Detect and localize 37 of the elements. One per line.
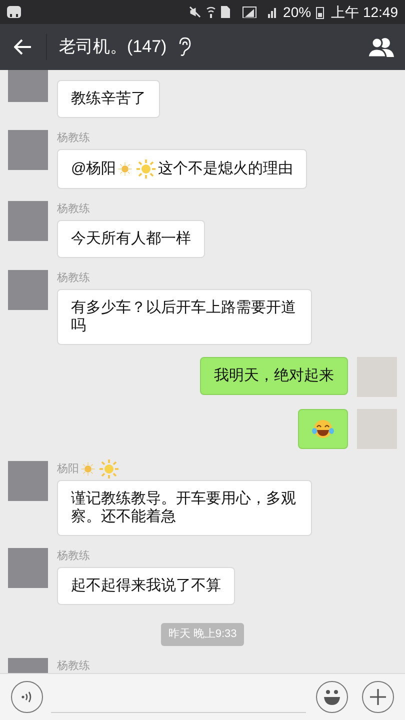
group-icon [368, 37, 396, 57]
voice-button[interactable] [11, 681, 43, 713]
back-arrow-icon [14, 39, 32, 55]
status-time: 上午 12:49 [331, 2, 398, 22]
add-button[interactable] [362, 681, 394, 713]
sender-name: 杨阳 [57, 462, 79, 478]
battery-percentage: 20% [283, 2, 312, 22]
sender-name: 杨教练 [57, 202, 90, 218]
timestamp: 昨天 晚上9:33 [161, 623, 244, 646]
sender-name: 杨教练 [57, 131, 90, 146]
ear-icon [176, 37, 191, 57]
wifi-icon [206, 6, 216, 18]
message-text: 我明天，绝对起来 [214, 367, 334, 384]
battery-icon [316, 6, 324, 18]
sim-icon [221, 6, 230, 18]
laughing-emoji-icon [312, 419, 334, 440]
message-text: 谨记教练教导。开车要用心，多观察。还不能着急 [71, 490, 296, 526]
message-text: 这个不是熄火的理由 [158, 160, 294, 178]
message-text: 有多少车？以后开车上路需要开道吗 [71, 299, 296, 334]
message-text: 起不起得来我说了不算 [71, 577, 221, 594]
mute-icon [189, 6, 202, 18]
sender-name: 杨教练 [57, 549, 90, 564]
notification-icon [7, 6, 21, 18]
sun-icon [81, 462, 95, 476]
emoji-button[interactable] [316, 681, 348, 713]
message-text: 教练辛苦了 [71, 90, 146, 108]
chat-title: 老司机。(147) [59, 36, 167, 58]
sun-icon [99, 459, 119, 480]
sun-icon [118, 162, 132, 176]
message-text: @杨阳 [71, 160, 116, 178]
smiley-icon [322, 688, 342, 706]
sender-name: 杨教练 [57, 658, 90, 673]
plus-icon [369, 688, 387, 706]
sender-name: 杨教练 [57, 271, 90, 286]
voice-icon [21, 690, 33, 704]
message-text: 今天所有人都一样 [71, 230, 191, 248]
sun-icon [136, 159, 156, 180]
